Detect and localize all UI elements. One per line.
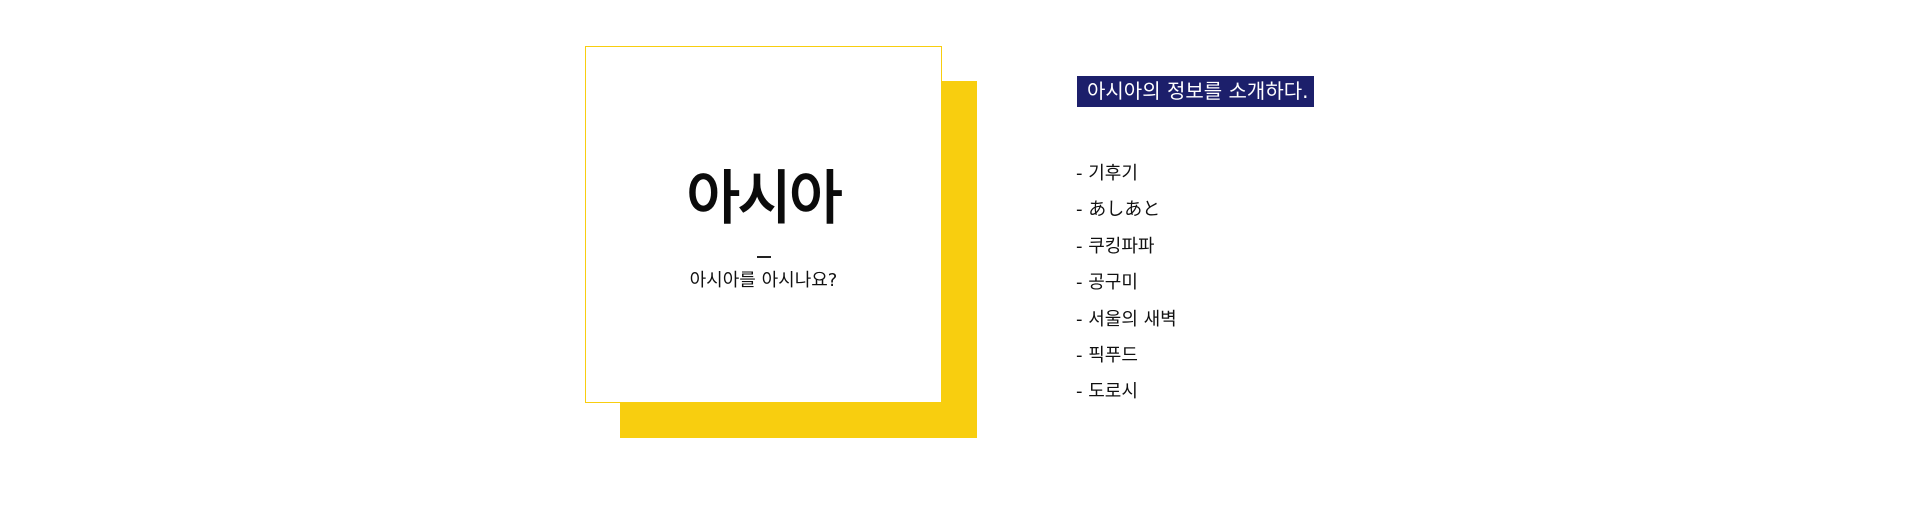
topic-list: - 기후기 - あしあと - 쿠킹파파 - 공구미 - 서울의 새벽 - 픽푸드… [1076, 162, 1177, 417]
card-title: 아시아 [686, 164, 842, 232]
title-card: 아시아 아시아를 아시나요? [585, 46, 942, 403]
card-divider [757, 256, 771, 258]
list-item: - 서울의 새벽 [1076, 308, 1177, 330]
list-item: - 도로시 [1076, 381, 1138, 403]
list-item: - 기후기 [1076, 163, 1138, 184]
card-subtitle: 아시아를 아시나요? [689, 270, 838, 291]
info-badge: 아시아의 정보를 소개하다. [1077, 76, 1315, 107]
list-item: - あしあと [1076, 199, 1161, 221]
list-item: - 쿠킹파파 [1076, 235, 1155, 257]
list-item: - 픽푸드 [1076, 344, 1138, 366]
list-item: - 공구미 [1076, 272, 1138, 294]
slide: 아시아 아시아를 아시나요? 아시아의 정보를 소개하다. - 기후기 - あし… [0, 0, 1909, 512]
